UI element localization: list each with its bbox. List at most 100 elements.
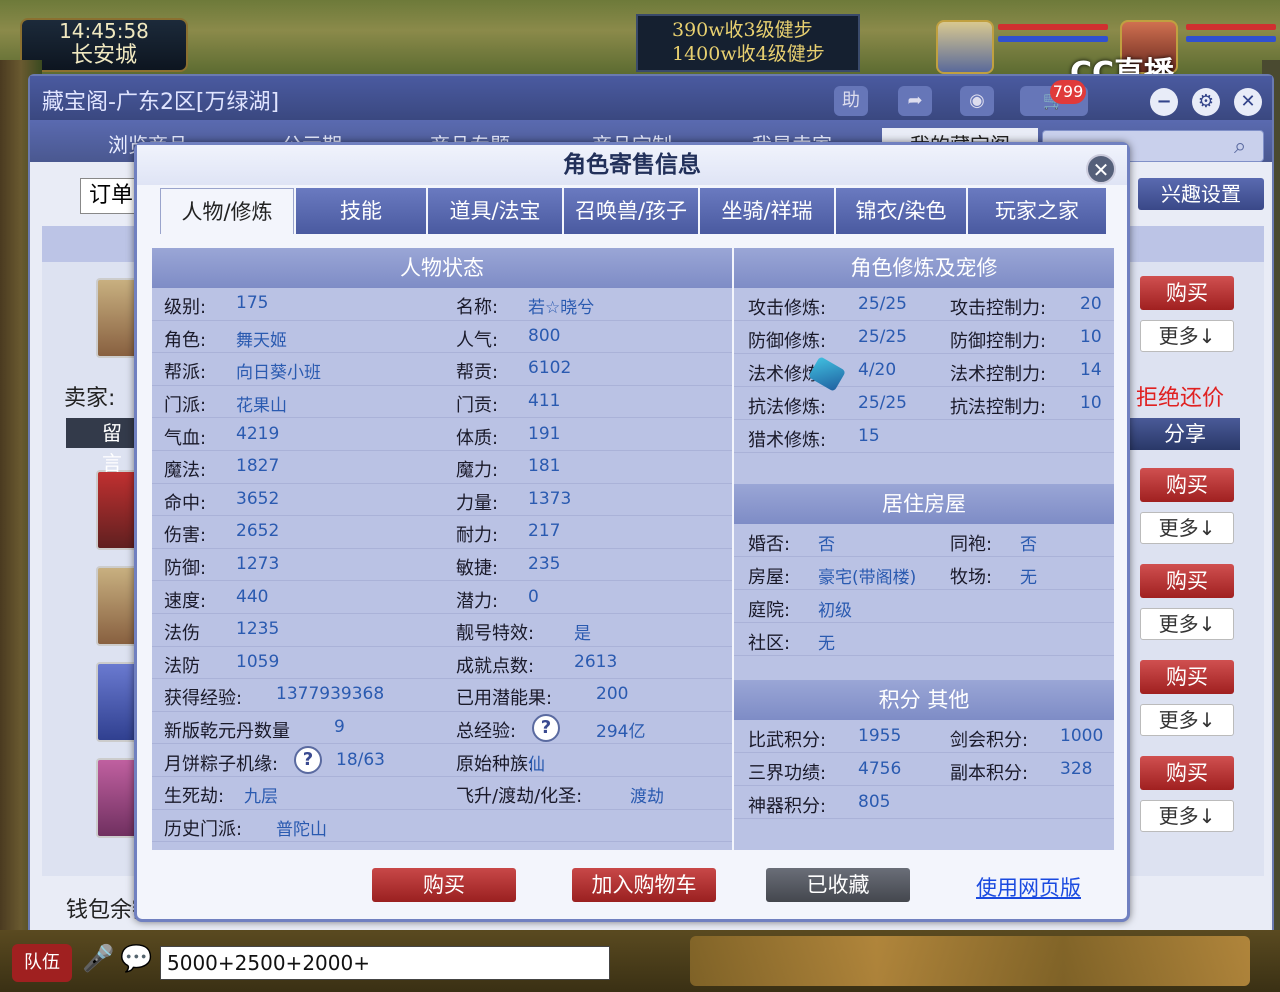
chat-banner: 390w收3级健步 1400w收4级健步 [636,14,860,72]
more-button[interactable]: 更多↓ [1140,800,1234,832]
field-label: 抗法控制力: [950,396,1047,418]
field-value: 800 [528,325,561,346]
info-row: 新版乾元丹数量 9 总经验: 294亿? [152,712,732,745]
field-label: 防御控制力: [950,330,1047,352]
chat-bubble-icon[interactable]: 💬 [120,944,152,974]
minimize-icon[interactable]: − [1150,88,1178,116]
gear-icon[interactable]: ⚙ [1192,88,1220,116]
dialog-close-icon[interactable]: ✕ [1086,154,1116,184]
game-screen: { "hud": { "time": "14:45:58", "location… [0,0,1280,992]
field-value: 18/63 [336,749,385,770]
tab-outfits[interactable]: 锦衣/染色 [836,188,966,234]
field-label: 获得经验: [164,688,243,710]
skill-toolbar[interactable] [690,936,1250,986]
field-label: 魔力: [456,460,499,482]
stop-icon[interactable]: ◉ [960,86,994,116]
share-arrow-icon[interactable]: ➦ [898,86,932,116]
character-status-panel: 人物状态 级别: 175 名称: 若☆晓兮 角色: 舞天姬 人气: 800 帮派: 向日葵小班 帮贡… [152,248,732,850]
field-value: 175 [236,293,269,314]
search-icon[interactable]: ⌕ [1234,134,1246,159]
field-value: 4756 [858,758,902,779]
field-value: 向日葵小班 [236,363,321,384]
field-value: 20 [1080,293,1102,314]
field-label: 命中: [164,492,207,514]
buy-button[interactable]: 购买 [1140,564,1234,598]
info-row: 防御修炼: 25/25 防御控制力: 10 [734,321,1114,354]
info-row: 法伤 1235 靓号特效: 是 [152,614,732,647]
microphone-icon[interactable]: 🎤 [82,944,114,974]
info-row: 获得经验: 1377939368 已用潜能果: 200 [152,679,732,712]
field-value: 否 [1020,534,1037,555]
more-button[interactable]: 更多↓ [1140,608,1234,640]
info-row: 伤害: 2652 耐力: 217 [152,516,732,549]
tab-mounts[interactable]: 坐骑/祥瑞 [700,188,834,234]
field-value: 否 [818,534,835,555]
field-value: 花果山 [236,396,287,417]
collected-button[interactable]: 已收藏 [766,868,910,902]
field-value: 4/20 [858,359,897,380]
help-question-icon[interactable]: ? [532,713,560,742]
info-row: 气血: 4219 体质: 191 [152,418,732,451]
field-label: 帮派: [164,362,207,384]
buy-button[interactable]: 购买 [1140,468,1234,502]
field-value: 1955 [858,725,902,746]
more-button[interactable]: 更多↓ [1140,320,1234,352]
tab-skills[interactable]: 技能 [296,188,426,234]
pet-portrait[interactable] [936,20,994,74]
field-value: 411 [528,391,561,412]
field-label: 比武积分: [748,729,827,751]
field-value: 普陀山 [276,819,327,840]
help-question-icon[interactable]: ? [294,746,322,775]
banner-line-2: 1400w收4级健步 [672,43,825,65]
field-value: 无 [818,633,835,654]
web-version-link[interactable]: 使用网页版 [976,872,1081,902]
info-row: 婚否: 否 同袍: 否 [734,524,1114,557]
more-button[interactable]: 更多↓ [1140,512,1234,544]
field-value: 豪宅(带阁楼) [818,567,917,588]
chat-input[interactable]: 5000+2500+2000+ [160,946,610,980]
field-value: 10 [1080,392,1102,413]
field-label: 人气: [456,329,499,351]
field-label: 名称: [456,297,499,319]
field-label: 攻击控制力: [950,297,1047,319]
field-label: 耐力: [456,525,499,547]
player-hp-bar [1186,24,1276,30]
character-status-rows: 级别: 175 名称: 若☆晓兮 角色: 舞天姬 人气: 800 帮派: 向日葵小班 帮贡: 6102… [152,288,732,843]
field-label: 靓号特效: [456,623,535,645]
tab-character[interactable]: 人物/修炼 [160,188,294,234]
leave-message-button[interactable]: 留言 [66,418,136,475]
field-value: 25/25 [858,326,907,347]
buy-button[interactable]: 购买 [1140,276,1234,310]
field-label: 角色: [164,329,207,351]
info-row: 社区: 无 [734,623,1114,656]
info-row: 猎术修炼: 15 [734,420,1114,453]
field-value: 1273 [236,554,280,575]
field-value: 初级 [818,600,852,621]
close-icon[interactable]: ✕ [1234,88,1262,116]
buy-button[interactable]: 购买 [1140,756,1234,790]
tab-items[interactable]: 道具/法宝 [428,188,562,234]
share-button[interactable]: 分享 [1130,418,1240,450]
dialog-buy-button[interactable]: 购买 [372,868,516,902]
team-button[interactable]: 队伍 [12,944,72,982]
help-button[interactable]: 助 [834,86,868,116]
field-label: 体质: [456,427,499,449]
field-label: 法术控制力: [950,363,1047,385]
order-button[interactable]: 订单 [80,178,140,214]
field-label: 魔法: [164,460,207,482]
more-button[interactable]: 更多↓ [1140,704,1234,736]
seller-label: 卖家: [64,386,116,411]
info-row: 比武积分: 1955 剑会积分: 1000 [734,720,1114,753]
field-label: 总经验: [456,721,517,743]
field-value: 无 [1020,567,1037,588]
add-to-cart-button[interactable]: 加入购物车 [572,868,716,902]
tab-summons[interactable]: 召唤兽/孩子 [564,188,698,234]
tab-home[interactable]: 玩家之家 [968,188,1106,234]
field-value: 217 [528,521,561,542]
interest-settings-button[interactable]: 兴趣设置 [1138,178,1264,210]
info-row: 门派: 花果山 门贡: 411 [152,386,732,419]
field-value: 渡劫 [630,787,664,808]
buy-button[interactable]: 购买 [1140,660,1234,694]
field-value: 若☆晓兮 [528,298,595,319]
field-value: 舞天姬 [236,330,287,351]
